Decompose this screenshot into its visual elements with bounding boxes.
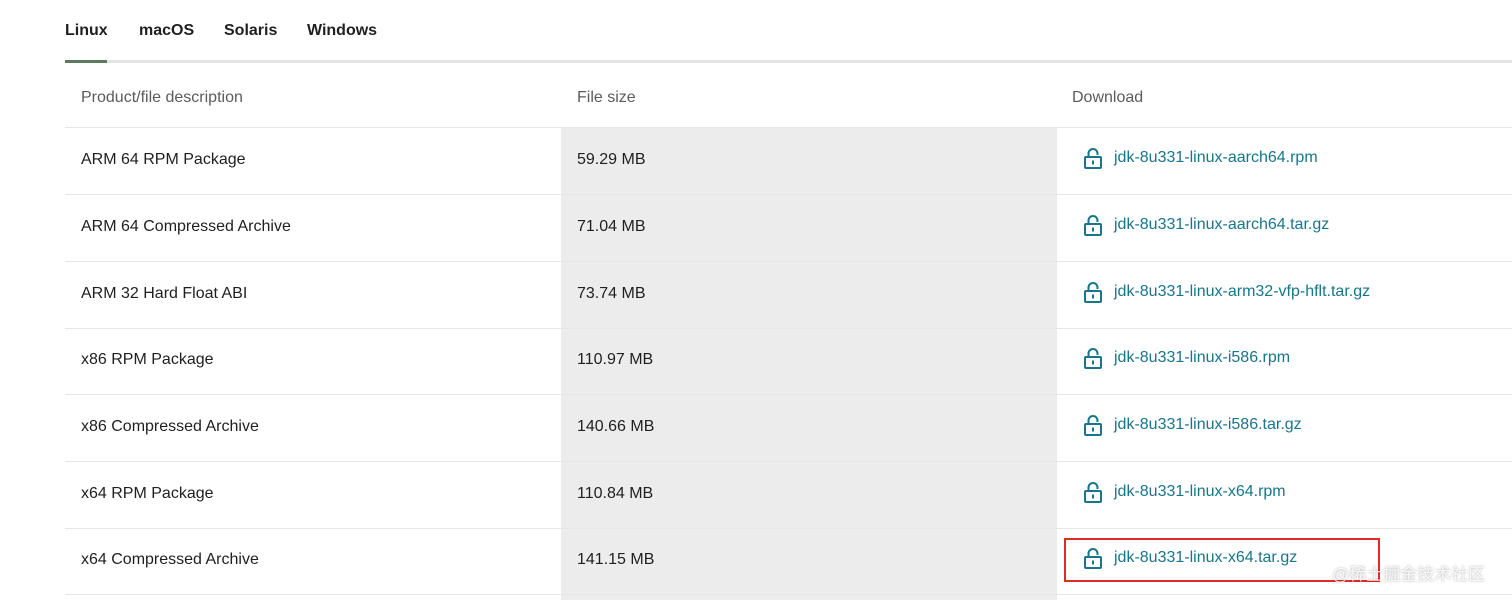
table-header-row: Product/file description File size Downl…: [65, 63, 1512, 128]
row-description: x64 Compressed Archive: [81, 551, 259, 568]
table-row: ARM 32 Hard Float ABI 73.74 MB jdk-8u331…: [65, 262, 1512, 329]
download-link[interactable]: jdk-8u331-linux-i586.tar.gz: [1084, 414, 1302, 436]
row-description: x86 RPM Package: [81, 351, 214, 368]
row-file-size: 73.74 MB: [577, 285, 646, 302]
lock-icon: [1084, 482, 1102, 503]
download-link[interactable]: jdk-8u331-linux-arm32-vfp-hflt.tar.gz: [1084, 281, 1370, 303]
row-description: ARM 64 RPM Package: [81, 151, 246, 168]
row-file-size: 71.04 MB: [577, 218, 646, 235]
table-row: x86 RPM Package 110.97 MB jdk-8u331-linu…: [65, 328, 1512, 395]
row-file-size: 59.29 MB: [577, 151, 646, 168]
download-filename[interactable]: jdk-8u331-linux-x64.rpm: [1114, 483, 1286, 501]
header-download: Download: [1072, 89, 1144, 106]
lock-icon: [1084, 415, 1102, 436]
download-link[interactable]: jdk-8u331-linux-aarch64.rpm: [1084, 147, 1318, 169]
download-filename[interactable]: jdk-8u331-linux-i586.rpm: [1114, 349, 1290, 367]
tab-windows[interactable]: Windows: [307, 22, 377, 60]
row-description: ARM 64 Compressed Archive: [81, 218, 291, 235]
tab-solaris[interactable]: Solaris: [224, 22, 277, 60]
row-description: x64 RPM Package: [81, 485, 214, 502]
row-description: ARM 32 Hard Float ABI: [81, 285, 248, 302]
tab-linux[interactable]: Linux: [65, 22, 108, 63]
table-row: x64 RPM Package 110.84 MB jdk-8u331-linu…: [65, 462, 1512, 529]
lock-icon: [1084, 282, 1102, 303]
download-filename[interactable]: jdk-8u331-linux-aarch64.rpm: [1114, 149, 1318, 167]
table-row: ARM 64 RPM Package 59.29 MB jdk-8u331-li…: [65, 128, 1512, 195]
lock-icon: [1084, 148, 1102, 169]
header-file-size: File size: [577, 89, 636, 106]
lock-icon: [1084, 215, 1102, 236]
download-link[interactable]: jdk-8u331-linux-i586.rpm: [1084, 347, 1290, 369]
row-file-size: 110.84 MB: [577, 485, 654, 502]
download-filename[interactable]: jdk-8u331-linux-arm32-vfp-hflt.tar.gz: [1114, 283, 1370, 301]
download-link[interactable]: jdk-8u331-linux-x64.rpm: [1084, 481, 1286, 503]
download-link[interactable]: jdk-8u331-linux-aarch64.tar.gz: [1084, 214, 1329, 236]
download-filename[interactable]: jdk-8u331-linux-i586.tar.gz: [1114, 416, 1302, 434]
os-tabs: Linux macOS Solaris Windows: [65, 0, 1512, 63]
row-file-size: 140.66 MB: [577, 418, 655, 435]
tab-macos[interactable]: macOS: [139, 22, 194, 60]
row-description: x86 Compressed Archive: [81, 418, 259, 435]
header-description: Product/file description: [81, 89, 243, 106]
table-row: x86 Compressed Archive 140.66 MB jdk-8u3…: [65, 395, 1512, 462]
download-filename[interactable]: jdk-8u331-linux-aarch64.tar.gz: [1114, 216, 1329, 234]
watermark: @稀土掘金技术社区: [1332, 565, 1486, 584]
row-file-size: 141.15 MB: [577, 551, 655, 568]
row-file-size: 110.97 MB: [577, 351, 654, 368]
table-row: ARM 64 Compressed Archive 71.04 MB jdk-8…: [65, 195, 1512, 262]
lock-icon: [1084, 348, 1102, 369]
